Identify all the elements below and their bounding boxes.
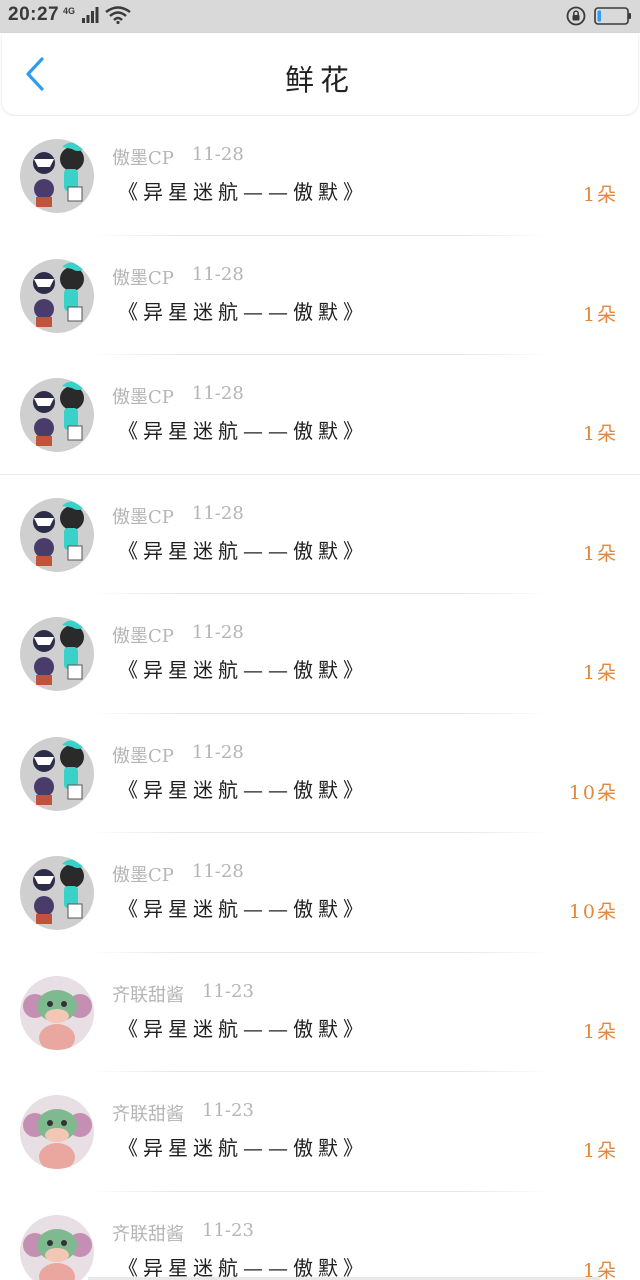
- item-meta: 傲墨CP 11-28: [112, 144, 244, 170]
- network-label: 4G: [63, 6, 76, 16]
- send-date: 11-28: [191, 622, 244, 643]
- wifi-icon: [105, 6, 131, 28]
- book-title[interactable]: 《异星迷航——傲默》: [118, 176, 368, 205]
- list-item[interactable]: 傲墨CP 11-28 《异星迷航——傲默》 10朵: [0, 713, 640, 833]
- sender-name[interactable]: 傲墨CP: [112, 742, 174, 768]
- book-title[interactable]: 《异星迷航——傲默》: [118, 1132, 368, 1161]
- book-title[interactable]: 《异星迷航——傲默》: [118, 1252, 368, 1280]
- book-title[interactable]: 《异星迷航——傲默》: [118, 893, 368, 922]
- list-item[interactable]: 齐联甜酱 11-23 《异星迷航——傲默》 1朵: [0, 1191, 640, 1280]
- list-item[interactable]: 傲墨CP 11-28 《异星迷航——傲默》 1朵: [0, 474, 640, 594]
- item-meta: 傲墨CP 11-28: [112, 861, 244, 887]
- sender-name[interactable]: 傲墨CP: [112, 144, 174, 170]
- flower-count: 1朵: [582, 662, 618, 684]
- send-date: 11-28: [191, 741, 244, 763]
- item-meta: 齐联甜酱 11-23: [112, 1220, 254, 1246]
- item-meta: 齐联甜酱 11-23: [112, 1100, 254, 1126]
- frog-avatar[interactable]: [20, 1095, 94, 1169]
- flower-count: 1朵: [582, 184, 618, 206]
- header-bar: 鲜花: [2, 33, 638, 115]
- sender-name[interactable]: 齐联甜酱: [112, 1220, 184, 1246]
- sender-name[interactable]: 傲墨CP: [112, 264, 174, 290]
- flower-count: 1朵: [582, 542, 618, 565]
- book-title[interactable]: 《异星迷航——傲默》: [118, 654, 368, 683]
- cat-avatar[interactable]: [20, 378, 94, 452]
- book-title[interactable]: 《异星迷航——傲默》: [118, 415, 368, 444]
- list-item[interactable]: 齐联甜酱 11-23 《异星迷航——傲默》 1朵: [0, 952, 640, 1072]
- flower-count: 1朵: [582, 1020, 618, 1043]
- cat-avatar[interactable]: [20, 497, 94, 572]
- send-date: 11-28: [191, 502, 244, 524]
- book-title[interactable]: 《异星迷航——傲默》: [118, 774, 368, 803]
- sender-name[interactable]: 傲墨CP: [112, 383, 174, 409]
- flower-list: 傲墨CP 11-28 《异星迷航——傲默》 1朵 傲墨CP 11-28 《异星迷航——傲默》…: [0, 116, 640, 1280]
- send-date: 11-23: [202, 1100, 254, 1121]
- book-title[interactable]: 《异星迷航——傲默》: [118, 1013, 368, 1042]
- page-title: 鲜花: [284, 63, 355, 97]
- signal-icon: [81, 7, 99, 27]
- list-item[interactable]: 傲墨CP 11-28 《异星迷航——傲默》 1朵: [0, 594, 640, 714]
- item-meta: 傲墨CP 11-28: [112, 742, 244, 768]
- list-item[interactable]: 傲墨CP 11-28 《异星迷航——傲默》 1朵: [0, 355, 640, 475]
- frog-avatar[interactable]: [20, 975, 94, 1050]
- send-date: 11-28: [191, 383, 244, 404]
- sender-name[interactable]: 齐联甜酱: [112, 1100, 184, 1126]
- flower-count: 10朵: [568, 781, 618, 804]
- item-meta: 傲墨CP 11-28: [112, 264, 244, 290]
- sender-name[interactable]: 傲墨CP: [112, 622, 174, 648]
- status-bar: 20:27 4G: [0, 0, 640, 33]
- cat-avatar[interactable]: [20, 856, 94, 930]
- item-meta: 齐联甜酱 11-23: [112, 981, 254, 1007]
- battery-icon: [594, 6, 632, 30]
- send-date: 11-23: [202, 1219, 254, 1241]
- screen-lock-icon: [566, 6, 586, 30]
- send-date: 11-28: [191, 861, 244, 882]
- list-item[interactable]: 傲墨CP 11-28 《异星迷航——傲默》 10朵: [0, 833, 640, 953]
- flower-count: 1朵: [582, 423, 618, 445]
- cat-avatar[interactable]: [20, 258, 94, 333]
- cat-avatar[interactable]: [20, 617, 94, 691]
- sender-name[interactable]: 傲墨CP: [112, 861, 174, 887]
- sender-name[interactable]: 齐联甜酱: [112, 981, 184, 1007]
- list-item[interactable]: 傲墨CP 11-28 《异星迷航——傲默》 1朵: [0, 116, 640, 236]
- item-meta: 傲墨CP 11-28: [112, 503, 244, 529]
- send-date: 11-28: [191, 263, 244, 285]
- book-title[interactable]: 《异星迷航——傲默》: [118, 535, 368, 564]
- cat-avatar[interactable]: [20, 736, 94, 811]
- list-item[interactable]: 齐联甜酱 11-23 《异星迷航——傲默》 1朵: [0, 1072, 640, 1192]
- flower-count: 10朵: [568, 901, 618, 923]
- frog-avatar[interactable]: [20, 1214, 94, 1280]
- flower-count: 1朵: [582, 303, 618, 326]
- item-meta: 傲墨CP 11-28: [112, 622, 244, 648]
- cat-avatar[interactable]: [20, 139, 94, 213]
- item-meta: 傲墨CP 11-28: [112, 383, 244, 409]
- sender-name[interactable]: 傲墨CP: [112, 503, 174, 529]
- flower-count: 1朵: [582, 1140, 618, 1162]
- book-title[interactable]: 《异星迷航——傲默》: [118, 296, 368, 325]
- list-item[interactable]: 傲墨CP 11-28 《异星迷航——傲默》 1朵: [0, 235, 640, 355]
- status-time: 20:27: [8, 4, 60, 25]
- send-date: 11-28: [191, 144, 244, 165]
- send-date: 11-23: [202, 980, 254, 1002]
